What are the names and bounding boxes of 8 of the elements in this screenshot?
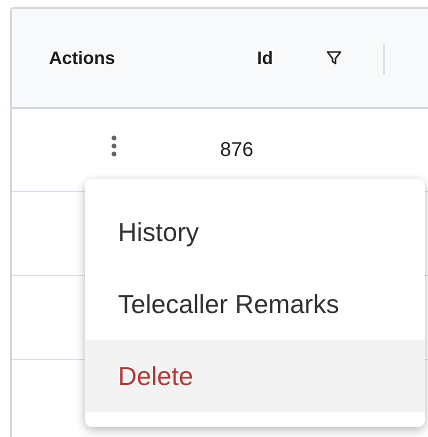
more-options-icon[interactable] — [111, 134, 117, 158]
filter-icon[interactable] — [326, 50, 342, 66]
menu-item[interactable]: Delete — [85, 340, 425, 412]
menu-item[interactable]: History — [85, 196, 425, 268]
menu-item[interactable]: Telecaller Remarks — [85, 268, 425, 340]
column-header[interactable]: Actions — [49, 48, 116, 68]
table-cell: 876 — [220, 138, 254, 160]
column-header[interactable]: Id — [257, 48, 273, 68]
